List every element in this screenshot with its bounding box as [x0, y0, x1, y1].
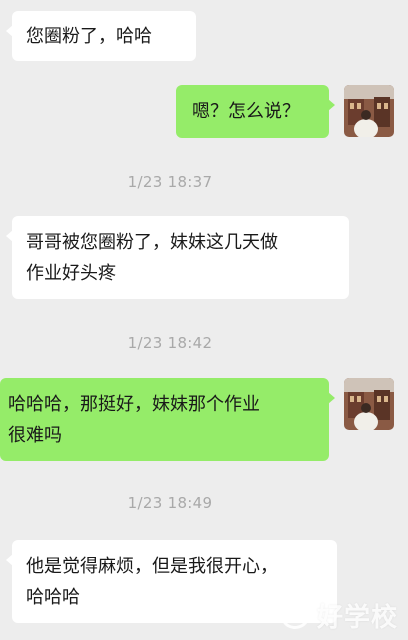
- message-bubble-outgoing[interactable]: 嗯？怎么说？: [176, 85, 335, 138]
- watermark-text: 好学校: [316, 603, 398, 633]
- message-bubble-incoming[interactable]: 您圈粉了，哈哈: [6, 11, 196, 61]
- message-bubble-incoming[interactable]: 哥哥被您圈粉了，妹妹这几天做 作业好头疼: [6, 216, 349, 299]
- message-text-line: 作业好头疼: [26, 263, 116, 284]
- message-text-line: 哥哥被您圈粉了，妹妹这几天做: [26, 232, 278, 253]
- watermark-logo-icon: [283, 604, 310, 629]
- watermark: 好学校: [281, 597, 398, 634]
- timestamp: 1/23 18:49: [127, 494, 213, 512]
- avatar-photo-icon: [344, 378, 394, 430]
- message-text-line: 哈哈哈: [26, 587, 80, 608]
- avatar[interactable]: [344, 85, 394, 137]
- message-text-line: 哈哈哈，那挺好，妹妹那个作业: [8, 394, 260, 415]
- timestamp: 1/23 18:42: [127, 334, 213, 352]
- message-text-line: 他是觉得麻烦，但是我很开心，: [26, 556, 278, 577]
- avatar-photo-icon: [344, 85, 394, 137]
- message-text: 嗯？怎么说？: [192, 101, 300, 122]
- message-bubble-outgoing[interactable]: 哈哈哈，那挺好，妹妹那个作业 很难吗: [0, 378, 335, 461]
- avatar[interactable]: [344, 378, 394, 430]
- message-text-line: 很难吗: [8, 425, 62, 446]
- message-text: 您圈粉了，哈哈: [26, 26, 152, 47]
- timestamp: 1/23 18:37: [127, 173, 213, 191]
